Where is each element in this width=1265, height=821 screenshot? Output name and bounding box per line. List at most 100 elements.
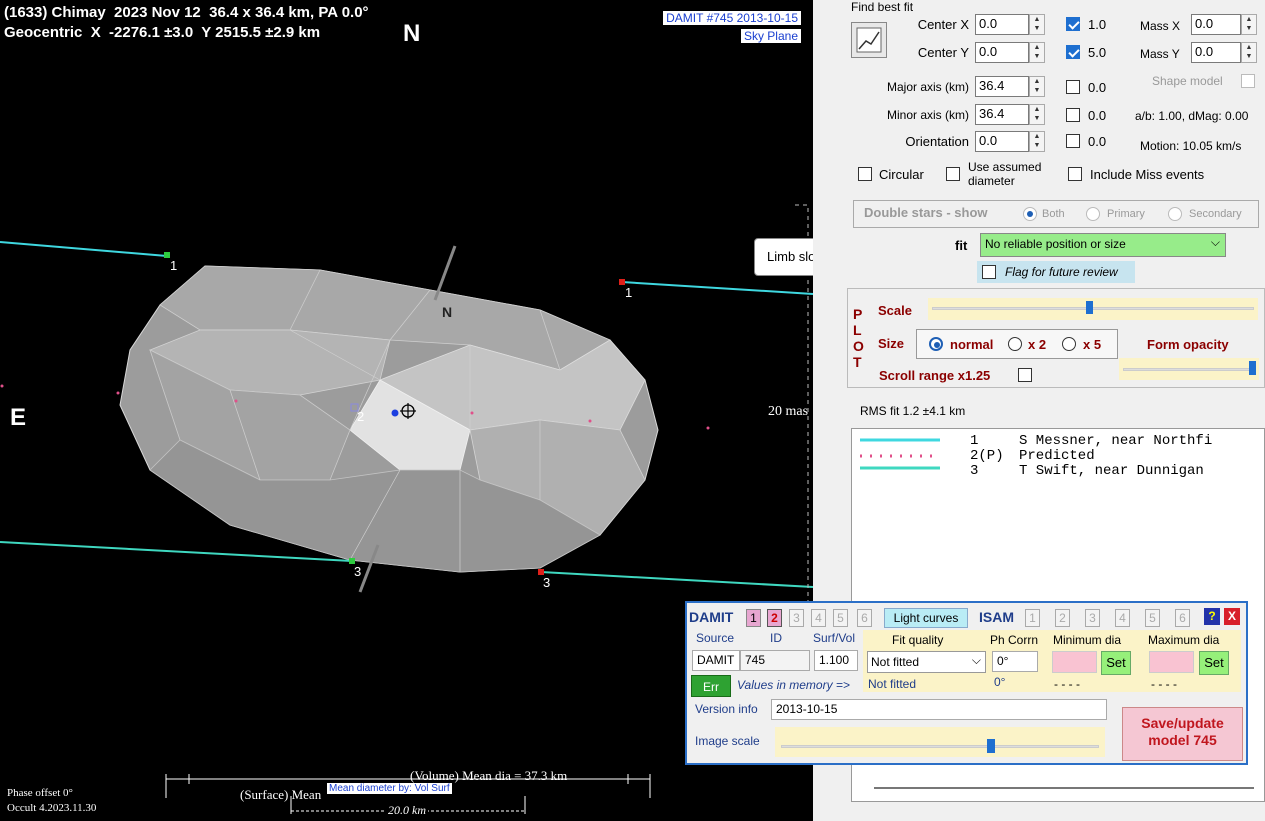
orientation-weight-checkbox[interactable]	[1066, 134, 1080, 148]
damit-model-5[interactable]: 5	[833, 609, 848, 627]
opacity-slider-thumb[interactable]	[1249, 361, 1256, 375]
chord-label-3-right: 3	[543, 575, 551, 590]
use-assumed-label: Use assumed diameter	[968, 160, 1042, 188]
center-x-spinner[interactable]: ▲ ▼	[1029, 14, 1045, 35]
mass-x-label: Mass X	[1140, 19, 1181, 33]
size-normal-radio[interactable]	[929, 337, 943, 351]
isam-model-2[interactable]: 2	[1055, 609, 1070, 627]
isam-model-3[interactable]: 3	[1085, 609, 1100, 627]
flag-review-checkbox[interactable]	[982, 265, 996, 279]
observer-row[interactable]: 2(P)	[970, 448, 1004, 464]
err-button[interactable]: Err	[691, 675, 731, 697]
scroll-range-label: Scroll range x1.25	[879, 368, 991, 383]
damit-model-1[interactable]: 1	[746, 609, 761, 627]
center-y-label: Center Y	[917, 45, 969, 60]
max-dia-memory: - - - -	[1151, 677, 1177, 691]
orientation-input[interactable]: 0.0	[975, 131, 1029, 152]
include-miss-checkbox[interactable]	[1068, 167, 1082, 181]
size-x2-radio[interactable]	[1008, 337, 1022, 351]
mass-x-input[interactable]: 0.0	[1191, 14, 1241, 35]
isam-model-6[interactable]: 6	[1175, 609, 1190, 627]
flag-review-label: Flag for future review	[1005, 265, 1118, 279]
damit-model-3[interactable]: 3	[789, 609, 804, 627]
minor-axis-spinner[interactable]: ▲ ▼	[1029, 104, 1045, 125]
list-scrollbar[interactable]	[874, 787, 1254, 789]
help-icon[interactable]: ?	[1204, 608, 1220, 625]
damit-window: DAMIT 1 2 3 4 5 6 Light curves ISAM 1 2 …	[685, 601, 1248, 765]
center-y-spinner[interactable]: ▲ ▼	[1029, 42, 1045, 63]
shape-model-label: Shape model	[1152, 74, 1223, 88]
damit-model-tag: DAMIT #745 2013-10-15	[663, 11, 801, 25]
major-weight: 0.0	[1088, 80, 1107, 95]
rms-fit-label: RMS fit 1.2 ±4.1 km	[860, 404, 966, 418]
image-scale-thumb[interactable]	[987, 739, 995, 753]
damit-model-6[interactable]: 6	[857, 609, 872, 627]
version-info-field[interactable]: 2013-10-15	[771, 699, 1107, 720]
major-weight-checkbox[interactable]	[1066, 80, 1080, 94]
damit-model-2[interactable]: 2	[767, 609, 782, 627]
radio-both-label: Both	[1042, 208, 1065, 220]
damit-title: DAMIT	[689, 609, 734, 625]
min-dia-set-button[interactable]: Set	[1101, 651, 1131, 675]
ph-corr-field[interactable]: 0°	[992, 651, 1038, 672]
min-dia-field[interactable]	[1052, 651, 1097, 673]
fit-quality-select[interactable]: No reliable position or size ⌵	[980, 233, 1226, 257]
observer-line-legend	[860, 438, 940, 470]
center-x-weight-checkbox[interactable]	[1066, 17, 1080, 31]
mean-dia-by-box[interactable]: Mean diameter by: Vol Surf	[327, 783, 452, 794]
center-y-weight-checkbox[interactable]	[1066, 45, 1080, 59]
radio-primary[interactable]	[1086, 207, 1100, 221]
mass-y-spinner[interactable]: ▲ ▼	[1241, 42, 1257, 63]
radio-secondary[interactable]	[1168, 207, 1182, 221]
id-field[interactable]: 745	[740, 650, 810, 671]
major-axis-spinner[interactable]: ▲ ▼	[1029, 76, 1045, 97]
major-axis-input[interactable]: 36.4	[975, 76, 1029, 97]
min-dia-label: Minimum dia	[1053, 633, 1122, 647]
isam-model-1[interactable]: 1	[1025, 609, 1040, 627]
scale-slider-thumb[interactable]	[1086, 301, 1093, 314]
scale-slider[interactable]	[928, 298, 1258, 320]
size-normal-label: normal	[950, 337, 994, 352]
size-x2-label: x 2	[1028, 337, 1047, 352]
center-y-input[interactable]: 0.0	[975, 42, 1029, 63]
observer-row[interactable]: 3	[970, 463, 978, 479]
observer-name: S Messner, near Northfi	[1019, 433, 1213, 449]
shape-model-checkbox[interactable]	[1241, 74, 1255, 88]
orientation-spinner[interactable]: ▲ ▼	[1029, 131, 1045, 152]
id-label: ID	[770, 631, 782, 645]
version-info-label: Version info	[695, 702, 758, 716]
rotation-axis-top	[433, 245, 457, 301]
radio-both[interactable]	[1023, 207, 1037, 221]
minor-axis-input[interactable]: 36.4	[975, 104, 1029, 125]
find-best-fit-button[interactable]	[851, 22, 887, 58]
mass-y-input[interactable]: 0.0	[1191, 42, 1241, 63]
isam-title: ISAM	[979, 609, 1014, 625]
damit-fit-quality-value: Not fitted	[871, 655, 920, 669]
north-label: N	[403, 20, 421, 47]
km-scale-label: 20.0 km	[386, 803, 428, 818]
shape-north-label: N	[442, 304, 453, 320]
close-icon[interactable]: X	[1224, 608, 1240, 625]
use-assumed-checkbox[interactable]	[946, 167, 960, 181]
damit-fit-quality-select[interactable]: Not fitted ⌵	[867, 651, 986, 673]
damit-model-4[interactable]: 4	[811, 609, 826, 627]
image-scale-slider[interactable]	[775, 727, 1105, 757]
min-dia-memory: - - - -	[1054, 677, 1080, 691]
minor-weight-checkbox[interactable]	[1066, 108, 1080, 122]
size-x5-radio[interactable]	[1062, 337, 1076, 351]
save-update-model-button[interactable]: Save/update model 745	[1122, 707, 1243, 761]
isam-model-5[interactable]: 5	[1145, 609, 1160, 627]
max-dia-set-button[interactable]: Set	[1199, 651, 1229, 675]
circular-checkbox[interactable]	[858, 167, 872, 181]
observer-row[interactable]: 1	[970, 433, 978, 449]
max-dia-field[interactable]	[1149, 651, 1194, 673]
center-x-input[interactable]: 0.0	[975, 14, 1029, 35]
size-x5-label: x 5	[1083, 337, 1102, 352]
light-curves-button[interactable]: Light curves	[884, 608, 968, 628]
mass-x-spinner[interactable]: ▲ ▼	[1241, 14, 1257, 35]
isam-model-4[interactable]: 4	[1115, 609, 1130, 627]
form-opacity-slider[interactable]	[1119, 358, 1259, 380]
observer-name: T Swift, near Dunnigan	[1019, 463, 1204, 479]
scroll-range-checkbox[interactable]	[1018, 368, 1032, 382]
surf-vol-field[interactable]: 1.100	[814, 650, 858, 671]
